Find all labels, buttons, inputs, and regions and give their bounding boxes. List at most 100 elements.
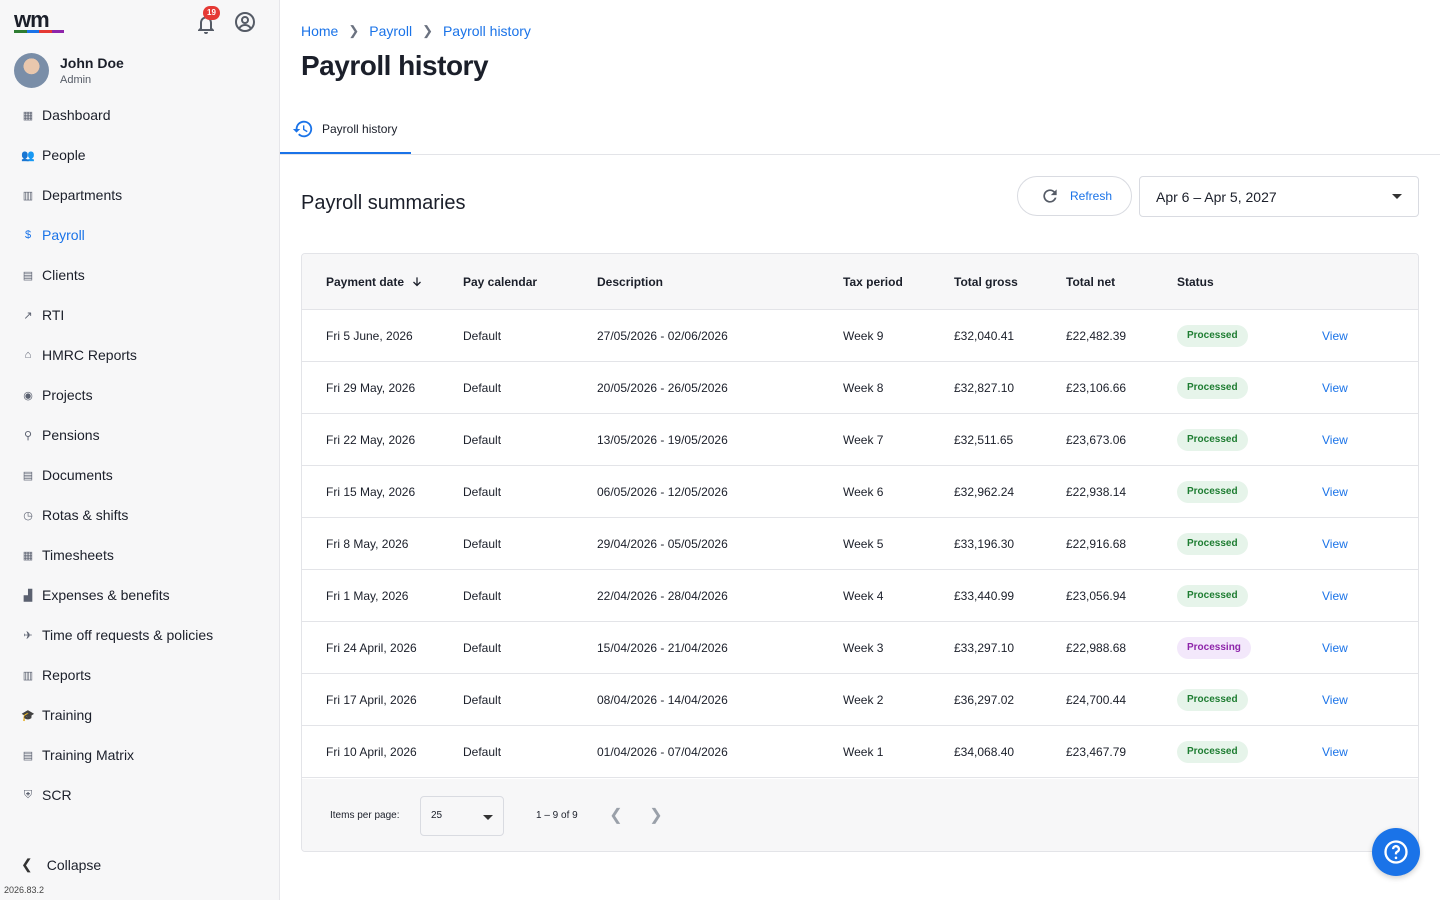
cell-pay-calendar: Default bbox=[463, 329, 502, 343]
items-per-page-select[interactable]: 25 bbox=[420, 796, 504, 836]
cell-total-gross: £33,297.10 bbox=[954, 641, 1015, 655]
collapse-button[interactable]: ❮ Collapse bbox=[21, 856, 101, 873]
refresh-button[interactable]: Refresh bbox=[1017, 176, 1132, 216]
sidebar-item-payroll[interactable]: $ Payroll bbox=[0, 215, 280, 255]
user-name: John Doe bbox=[60, 54, 124, 71]
sidebar-nav: ▦ Dashboard 👥 People ▥ Departments $ Payroll ▤ Cl… bbox=[0, 95, 280, 815]
sidebar-item-timesheets[interactable]: ▦ Timesheets bbox=[0, 535, 280, 575]
help-button[interactable] bbox=[1372, 828, 1420, 876]
section-title: Payroll summaries bbox=[301, 192, 466, 214]
sidebar-item-time-off-requests-policies[interactable]: ✈ Time off requests & policies bbox=[0, 615, 280, 655]
main-content: Home ❯ Payroll ❯ Payroll history Payroll… bbox=[280, 0, 1440, 900]
table-row: Fri 8 May, 2026 Default 29/04/2026 - 05/05… bbox=[302, 518, 1418, 570]
chevron-right-icon: ❯ bbox=[649, 807, 663, 824]
sidebar-item-hmrc-reports[interactable]: ⌂ HMRC Reports bbox=[0, 335, 280, 375]
sidebar-item-scr[interactable]: ⛨ SCR bbox=[0, 775, 280, 815]
cell-pay-calendar: Default bbox=[463, 745, 502, 759]
school-icon: 🎓 bbox=[21, 709, 35, 722]
cell-pay-calendar: Default bbox=[463, 693, 502, 707]
cell-description: 29/04/2026 - 05/05/2026 bbox=[597, 537, 728, 551]
cell-description: 06/05/2026 - 12/05/2026 bbox=[597, 485, 728, 499]
arrow-down-icon bbox=[413, 277, 421, 287]
cell-total-gross: £36,297.02 bbox=[954, 693, 1015, 707]
tab-payroll-history[interactable]: Payroll history bbox=[280, 106, 411, 154]
sidebar-item-label: Dashboard bbox=[42, 107, 111, 123]
sidebar-item-departments[interactable]: ▥ Departments bbox=[0, 175, 280, 215]
sidebar-item-expenses-benefits[interactable]: ▟ Expenses & benefits bbox=[0, 575, 280, 615]
sidebar-item-pensions[interactable]: ⚲ Pensions bbox=[0, 415, 280, 455]
view-link[interactable]: View bbox=[1322, 485, 1348, 499]
receipt-icon: ▟ bbox=[23, 589, 33, 602]
matrix-icon: ▤ bbox=[22, 749, 34, 762]
cell-payment-date: Fri 5 June, 2026 bbox=[326, 329, 413, 343]
sidebar-item-label: Training Matrix bbox=[42, 747, 135, 763]
help-icon bbox=[1384, 840, 1408, 864]
cell-total-net: £23,106.66 bbox=[1066, 381, 1127, 395]
cell-tax-period: Week 8 bbox=[843, 381, 884, 395]
sidebar-item-training-matrix[interactable]: ▤ Training Matrix bbox=[0, 735, 280, 775]
sidebar-item-projects[interactable]: ◉ Projects bbox=[0, 375, 280, 415]
view-link[interactable]: View bbox=[1322, 329, 1348, 343]
user-profile[interactable]: John Doe Admin bbox=[14, 52, 124, 88]
sidebar-item-training[interactable]: 🎓 Training bbox=[0, 695, 280, 735]
view-link[interactable]: View bbox=[1322, 693, 1348, 707]
next-page-button[interactable]: ❯ bbox=[646, 805, 666, 825]
wm-logo[interactable]: wm bbox=[14, 9, 66, 34]
sidebar-item-people[interactable]: 👥 People bbox=[0, 135, 280, 175]
sidebar: wm 19 John Doe Admin ▦ Dashboard 👥 People ▥ D… bbox=[0, 0, 280, 900]
page-title: Payroll history bbox=[301, 50, 489, 81]
clients-icon: ▤ bbox=[22, 269, 34, 282]
sidebar-item-label: Clients bbox=[42, 267, 85, 283]
view-link[interactable]: View bbox=[1322, 381, 1348, 395]
sidebar-item-rti[interactable]: ↗ RTI bbox=[0, 295, 280, 335]
cell-total-net: £22,938.14 bbox=[1066, 485, 1127, 499]
view-link[interactable]: View bbox=[1322, 641, 1348, 655]
sidebar-item-rotas-shifts[interactable]: ◷ Rotas & shifts bbox=[0, 495, 280, 535]
refresh-label: Refresh bbox=[1070, 189, 1113, 203]
bank-icon: ⌂ bbox=[24, 349, 32, 361]
status-badge: Processed bbox=[1177, 429, 1248, 451]
sidebar-item-label: Time off requests & policies bbox=[42, 627, 214, 643]
cell-tax-period: Week 2 bbox=[843, 693, 884, 707]
breadcrumb-payroll[interactable]: Payroll bbox=[369, 23, 412, 39]
view-link[interactable]: View bbox=[1322, 537, 1348, 551]
sidebar-item-clients[interactable]: ▤ Clients bbox=[0, 255, 280, 295]
sidebar-item-label: Payroll bbox=[42, 227, 85, 243]
cell-total-net: £22,916.68 bbox=[1066, 537, 1127, 551]
table-pagination: Items per page: 25 1 – 9 of 9 ❮ ❯ bbox=[302, 779, 1418, 851]
cell-pay-calendar: Default bbox=[463, 641, 502, 655]
breadcrumb-payroll-history[interactable]: Payroll history bbox=[443, 23, 531, 39]
chevron-left-icon: ❮ bbox=[609, 807, 623, 824]
cell-pay-calendar: Default bbox=[463, 485, 502, 499]
status-badge: Processed bbox=[1177, 377, 1248, 399]
breadcrumb-home[interactable]: Home bbox=[301, 23, 338, 39]
cell-description: 08/04/2026 - 14/04/2026 bbox=[597, 693, 728, 707]
header-payment-date[interactable]: Payment date bbox=[326, 275, 424, 289]
cell-description: 20/05/2026 - 26/05/2026 bbox=[597, 381, 728, 395]
calendar-icon: ▦ bbox=[22, 549, 34, 562]
cell-payment-date: Fri 24 April, 2026 bbox=[326, 641, 417, 655]
sidebar-item-documents[interactable]: ▤ Documents bbox=[0, 455, 280, 495]
sidebar-item-label: Reports bbox=[42, 667, 92, 683]
header-tax-period: Tax period bbox=[843, 275, 903, 289]
user-role: Admin bbox=[60, 73, 92, 86]
table-body: Fri 5 June, 2026 Default 27/05/2026 - 02/0… bbox=[302, 310, 1418, 778]
cell-total-gross: £32,962.24 bbox=[954, 485, 1015, 499]
cell-total-gross: £32,827.10 bbox=[954, 381, 1015, 395]
sidebar-item-label: Expenses & benefits bbox=[42, 587, 170, 603]
view-link[interactable]: View bbox=[1322, 589, 1348, 603]
account-circle-icon[interactable] bbox=[233, 10, 257, 34]
view-link[interactable]: View bbox=[1322, 745, 1348, 759]
date-range-select[interactable]: Apr 6 – Apr 5, 2027 bbox=[1139, 176, 1419, 217]
view-link[interactable]: View bbox=[1322, 433, 1348, 447]
dashboard-icon: ▦ bbox=[22, 109, 34, 122]
sidebar-item-dashboard[interactable]: ▦ Dashboard bbox=[0, 95, 280, 135]
sidebar-item-label: Training bbox=[42, 707, 93, 723]
previous-page-button[interactable]: ❮ bbox=[606, 805, 626, 825]
sidebar-item-reports[interactable]: ▥ Reports bbox=[0, 655, 280, 695]
sidebar-item-label: SCR bbox=[42, 787, 72, 803]
chevron-right-icon: ❯ bbox=[348, 23, 360, 38]
cell-tax-period: Week 1 bbox=[843, 745, 884, 759]
dropdown-arrow-icon bbox=[1392, 194, 1402, 199]
reports-icon: ▥ bbox=[22, 669, 34, 682]
